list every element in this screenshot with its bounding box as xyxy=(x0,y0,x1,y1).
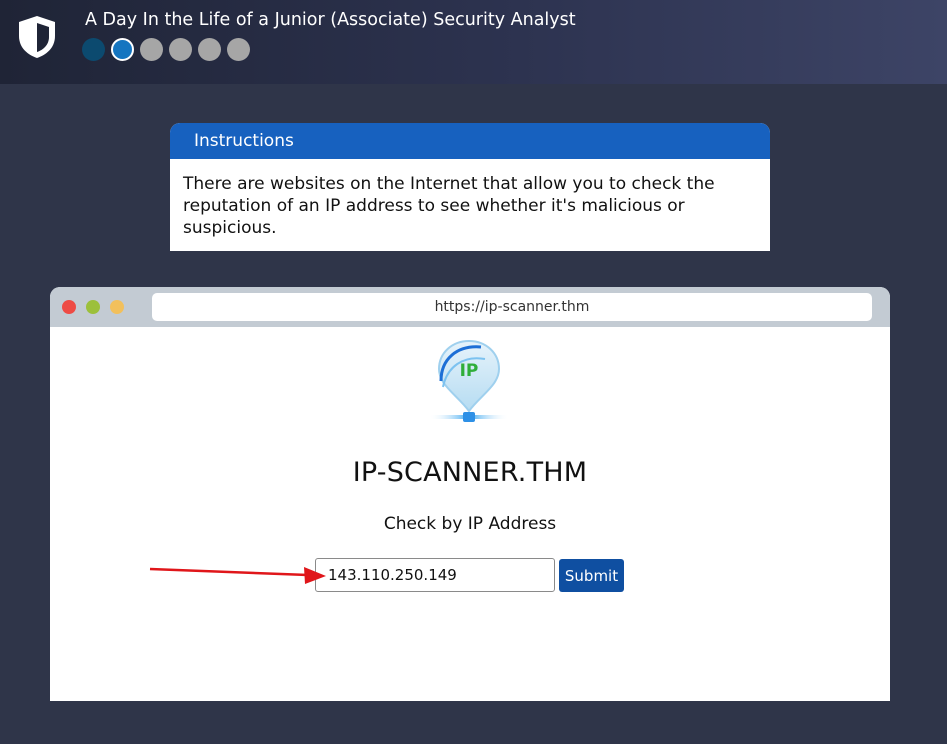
step-4[interactable] xyxy=(169,38,192,61)
maximize-dot[interactable] xyxy=(86,300,100,314)
ip-address-input[interactable] xyxy=(315,558,555,592)
step-6[interactable] xyxy=(227,38,250,61)
close-dot[interactable] xyxy=(62,300,76,314)
instructions-text: There are websites on the Internet that … xyxy=(183,174,715,238)
step-1[interactable] xyxy=(82,38,105,61)
top-bar: A Day In the Life of a Junior (Associate… xyxy=(0,0,947,84)
room-title: A Day In the Life of a Junior (Associate… xyxy=(85,10,576,30)
step-5[interactable] xyxy=(198,38,221,61)
red-arrow-annotation xyxy=(149,567,326,584)
browser-window: https://ip-scanner.thm IP IP-SCANNER.THM… xyxy=(50,287,890,701)
browser-chrome: https://ip-scanner.thm xyxy=(50,287,890,327)
logo-text: IP xyxy=(460,361,479,381)
minimize-dot[interactable] xyxy=(110,300,124,314)
address-bar[interactable]: https://ip-scanner.thm xyxy=(152,293,872,321)
instructions-panel: Instructions There are websites on the I… xyxy=(170,123,770,251)
ip-scanner-logo: IP xyxy=(429,339,509,422)
step-2[interactable] xyxy=(111,38,134,61)
site-subtitle: Check by IP Address xyxy=(383,514,557,534)
submit-button[interactable]: Submit xyxy=(559,559,624,592)
instructions-heading: Instructions xyxy=(170,123,770,159)
progress-steps xyxy=(82,38,250,61)
step-3[interactable] xyxy=(140,38,163,61)
site-title: IP-SCANNER.THM xyxy=(352,457,588,488)
shield-icon xyxy=(19,16,55,58)
